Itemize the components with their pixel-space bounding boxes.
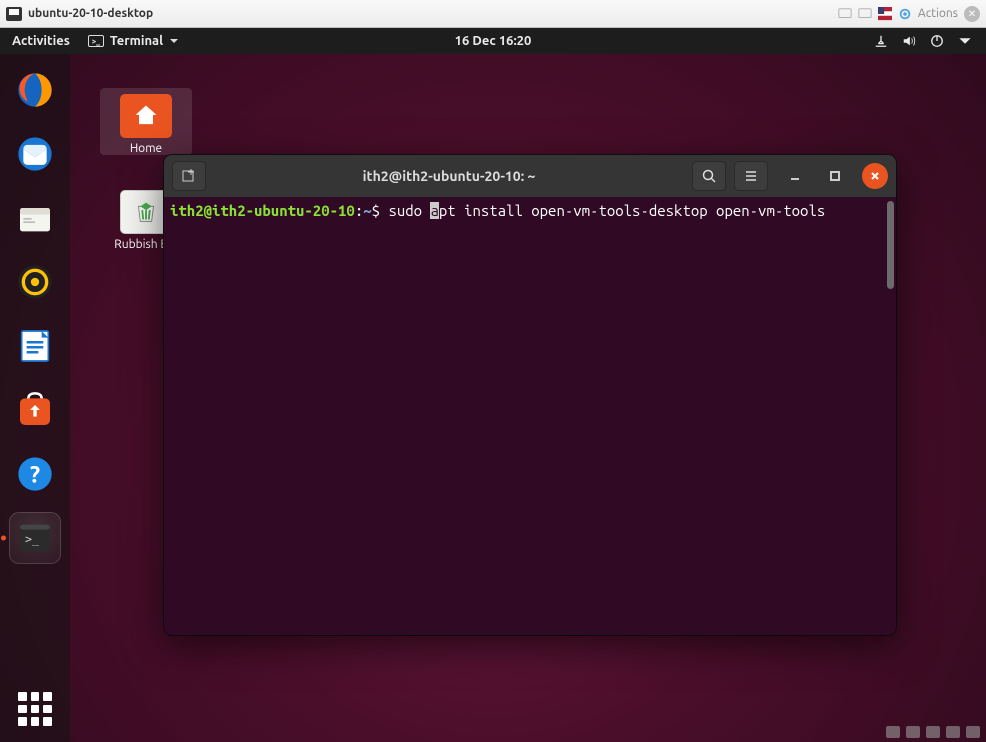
prompt-path: ~ — [363, 202, 371, 219]
command-post: pt install open-vm-tools-desktop open-vm… — [439, 202, 825, 219]
clock[interactable]: 16 Dec 16:20 — [455, 34, 532, 48]
active-app-name: Terminal — [110, 34, 163, 48]
new-tab-button[interactable] — [172, 161, 206, 191]
dock-libreoffice-writer[interactable] — [9, 320, 61, 372]
terminal-window: ith2@ith2-ubuntu-20-10: ~ ith2@ith2-ubun… — [164, 155, 896, 635]
prompt-sep1: : — [355, 202, 363, 219]
gnome-topbar: Activities >_ Terminal 16 Dec 16:20 — [0, 28, 986, 54]
dock-thunderbird[interactable] — [9, 128, 61, 180]
vm-flag-icon[interactable] — [878, 7, 892, 21]
prompt-userhost: ith2@ith2-ubuntu-20-10 — [170, 202, 355, 219]
dock-files[interactable] — [9, 192, 61, 244]
active-app-indicator[interactable]: >_ Terminal — [88, 34, 179, 48]
desktop-home-label: Home — [100, 142, 192, 155]
maximize-button[interactable] — [822, 163, 848, 189]
vm-host-titlebar: ubuntu-20-10-desktop Actions ✕ — [0, 0, 986, 28]
terminal-body[interactable]: ith2@ith2-ubuntu-20-10:~$ sudo apt insta… — [164, 197, 896, 635]
chevron-down-icon — [958, 34, 972, 48]
terminal-titlebar[interactable]: ith2@ith2-ubuntu-20-10: ~ — [164, 155, 896, 197]
terminal-title: ith2@ith2-ubuntu-20-10: ~ — [214, 168, 684, 184]
vm-display-icon[interactable] — [838, 7, 852, 21]
volume-icon — [902, 34, 916, 48]
search-button[interactable] — [692, 161, 726, 191]
show-applications-button[interactable] — [18, 692, 52, 726]
dock: ? >_ — [0, 54, 70, 742]
power-icon — [930, 34, 944, 48]
vm-actions-label[interactable]: Actions — [918, 7, 958, 20]
activities-button[interactable]: Activities — [12, 34, 70, 48]
terminal-cursor: a — [430, 202, 438, 219]
folder-icon — [120, 94, 172, 138]
dock-software[interactable] — [9, 384, 61, 436]
chevron-down-icon — [169, 36, 179, 46]
vm-host-title: ubuntu-20-10-desktop — [28, 7, 838, 20]
dock-firefox[interactable] — [9, 64, 61, 116]
dock-terminal[interactable]: >_ — [9, 512, 61, 564]
vm-host-status-icons — [886, 726, 980, 738]
svg-text:>_: >_ — [25, 532, 40, 546]
system-status-area[interactable] — [874, 34, 986, 48]
dock-rhythmbox[interactable] — [9, 256, 61, 308]
gear-icon[interactable] — [898, 7, 912, 21]
terminal-scrollbar[interactable] — [887, 201, 894, 289]
network-icon — [874, 34, 888, 48]
guest-desktop: Activities >_ Terminal 16 Dec 16:20 — [0, 28, 986, 742]
desktop-home-folder[interactable]: Home — [100, 88, 192, 155]
dock-help[interactable]: ? — [9, 448, 61, 500]
close-button[interactable] — [862, 163, 888, 189]
hamburger-menu-button[interactable] — [734, 161, 768, 191]
minimize-button[interactable] — [782, 163, 808, 189]
vm-display2-icon[interactable] — [858, 7, 872, 21]
terminal-icon: >_ — [88, 35, 104, 47]
svg-text:?: ? — [30, 461, 40, 487]
vm-monitor-icon — [6, 7, 22, 21]
vm-close-button[interactable]: ✕ — [964, 6, 980, 22]
prompt-sep2: $ — [372, 202, 389, 219]
command-pre: sudo — [388, 202, 430, 219]
